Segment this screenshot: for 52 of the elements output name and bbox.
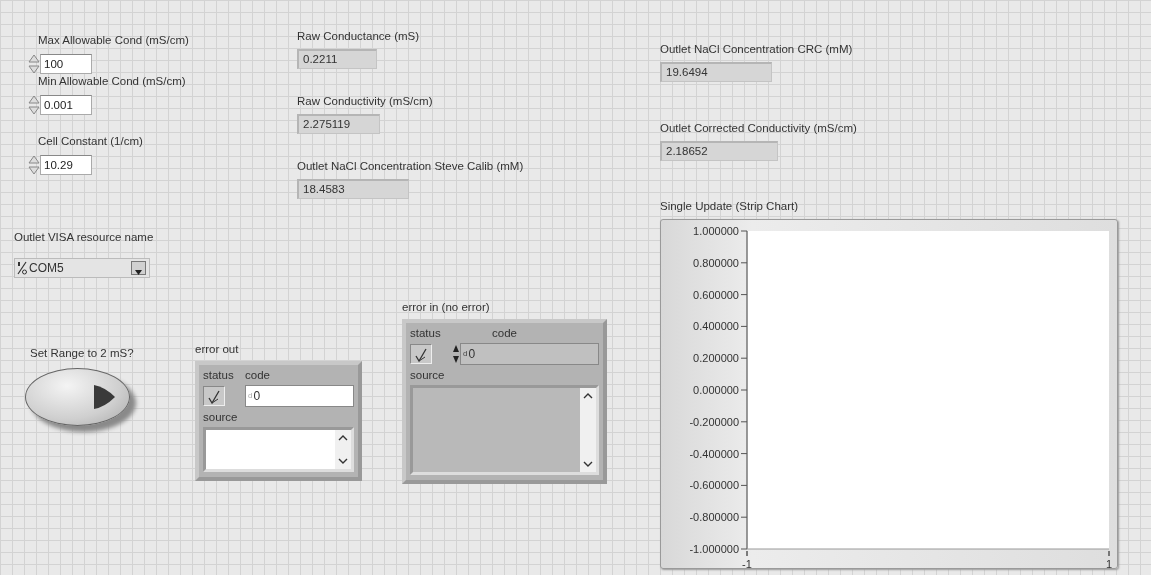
resource-dropdown[interactable]: COM5	[14, 258, 150, 279]
tick-label: -0.800000	[689, 511, 739, 524]
control-label: Outlet VISA resource name	[14, 230, 154, 244]
field-label: status	[203, 368, 235, 383]
cluster-label: error in (no error)	[402, 300, 490, 314]
numeric-indicator: 2.275119	[297, 114, 380, 135]
field-label: status	[410, 326, 442, 341]
numeric-field[interactable]: 100	[40, 54, 92, 75]
chevron-down-icon[interactable]	[338, 458, 348, 466]
numeric-field[interactable]: 0.001	[40, 95, 92, 116]
tick-label: -1.000000	[689, 543, 739, 556]
chevron-up-icon[interactable]	[338, 434, 348, 442]
indicator-label: Raw Conductance (mS)	[297, 29, 420, 43]
tick-label: 0.600000	[693, 288, 739, 301]
tick-label: 0.400000	[693, 320, 739, 333]
tick-label: -0.600000	[689, 479, 739, 492]
tick-label: 0.800000	[693, 257, 739, 270]
numeric-indicator: 2.18652	[660, 141, 778, 162]
scrollbar[interactable]	[580, 388, 596, 473]
round-button[interactable]	[25, 368, 130, 427]
control-label: Max Allowable Cond (mS/cm)	[38, 33, 189, 47]
tick-label: 0.000000	[693, 384, 739, 397]
field-label: code	[492, 326, 518, 341]
cluster-label: error out	[195, 342, 239, 356]
io-icon	[17, 261, 27, 276]
indicator-label: Outlet NaCl Concentration CRC (mM)	[660, 42, 853, 56]
indicator-label: Outlet Corrected Conductivity (mS/cm)	[660, 121, 857, 135]
chevron-down-icon[interactable]	[583, 461, 593, 469]
led-icon	[91, 383, 117, 412]
numeric-indicator: 18.4583	[297, 179, 409, 200]
indicator-label: Raw Conductivity (mS/cm)	[297, 94, 433, 108]
spinner-icon[interactable]	[452, 344, 460, 365]
tick-label: 1	[1105, 558, 1113, 569]
control-label: Min Allowable Cond (mS/cm)	[38, 74, 186, 88]
tick-label: -1	[742, 558, 752, 569]
indicator-label: Outlet NaCl Concentration Steve Calib (mM)	[297, 159, 524, 173]
tick-label: 1.000000	[693, 225, 739, 238]
source-field[interactable]	[410, 385, 599, 476]
tick-label: 0.200000	[693, 352, 739, 365]
field-label: source	[410, 368, 446, 383]
numeric-indicator: 0.2211	[297, 49, 377, 70]
chart-title: Single Update (Strip Chart)	[660, 199, 799, 213]
field-label: code	[245, 368, 271, 383]
control-label: Cell Constant (1/cm)	[38, 134, 143, 148]
numeric-indicator: 19.6494	[660, 62, 772, 83]
numeric-field[interactable]: 10.29	[40, 155, 92, 176]
tick-label: -0.400000	[689, 447, 739, 460]
scrollbar[interactable]	[335, 430, 351, 470]
tick-label: -0.200000	[689, 416, 739, 429]
button-label: Set Range to 2 mS?	[30, 346, 134, 360]
chevron-up-icon[interactable]	[583, 392, 593, 400]
field-label: source	[203, 410, 239, 425]
